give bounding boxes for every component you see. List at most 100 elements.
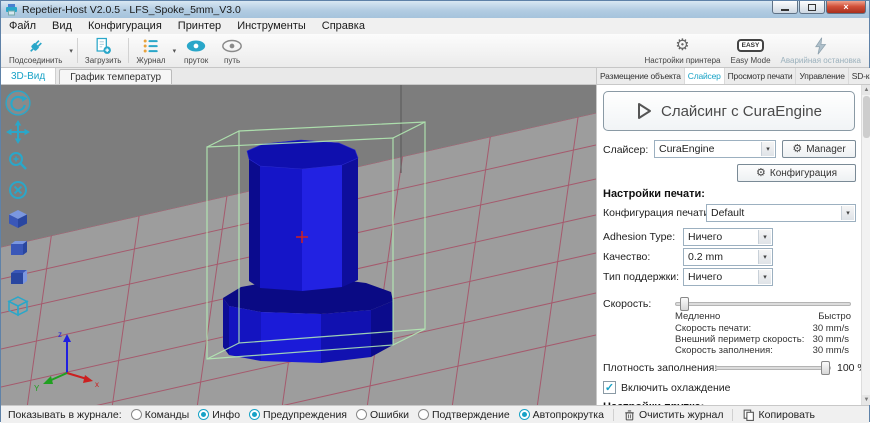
menu-tools[interactable]: Инструменты xyxy=(229,18,314,34)
radio-icon xyxy=(356,409,367,420)
maximize-icon xyxy=(808,4,816,11)
tab-manual-control[interactable]: Управление xyxy=(796,68,848,84)
menu-config[interactable]: Конфигурация xyxy=(80,18,170,34)
tab-slicer[interactable]: Слайсер xyxy=(685,68,725,84)
tab-temperature-graph[interactable]: График температур xyxy=(59,69,172,84)
log-toggle-info[interactable]: Инфо xyxy=(198,409,240,421)
infill-density-slider[interactable] xyxy=(715,366,831,370)
menu-view[interactable]: Вид xyxy=(44,18,80,34)
statusbar-separator xyxy=(613,409,614,421)
gear-icon: ⚙ xyxy=(792,144,802,155)
quality-select[interactable]: 0.2 mm ▾ xyxy=(683,248,773,266)
slicer-select[interactable]: CuraEngine ▾ xyxy=(654,140,776,158)
menu-help[interactable]: Справка xyxy=(314,18,373,34)
right-panel-scrollbar[interactable]: ▲ ▼ xyxy=(861,85,870,405)
axis-x-label: x xyxy=(95,380,99,389)
tab-object-placement[interactable]: Размещение объекта xyxy=(597,68,685,84)
3d-scene: x Y z xyxy=(1,85,596,405)
maximize-button[interactable] xyxy=(799,1,825,14)
status-bar: Показывать в журнале: Команды Инфо Преду… xyxy=(1,405,869,423)
log-dropdown-arrow[interactable]: ▾ xyxy=(171,34,179,67)
fit-view-button[interactable] xyxy=(4,176,32,204)
chevron-down-icon: ▾ xyxy=(758,230,771,244)
isometric-view-button[interactable] xyxy=(4,205,32,233)
configuration-button[interactable]: ⚙ Конфигурация xyxy=(737,164,856,182)
connect-button[interactable]: Подсоединить xyxy=(4,34,67,67)
easy-badge-icon: EASY xyxy=(737,36,765,55)
printer-settings-button[interactable]: ⚙ Настройки принтера xyxy=(639,34,725,67)
tab-print-preview[interactable]: Просмотр печати xyxy=(725,68,797,84)
move-view-button[interactable] xyxy=(4,118,32,146)
close-icon: × xyxy=(843,3,848,12)
copy-button[interactable]: Копировать xyxy=(742,408,815,422)
radio-icon xyxy=(249,409,260,420)
title-bar: Repetier-Host V2.0.5 - LFS_Spoke_5mm_V3.… xyxy=(1,1,869,18)
adhesion-type-select[interactable]: Ничего ▾ xyxy=(683,228,773,246)
chevron-down-icon: ▾ xyxy=(761,142,774,156)
right-tab-bar: Размещение объекта Слайсер Просмотр печа… xyxy=(596,68,870,85)
radio-icon xyxy=(198,409,209,420)
side-view-button[interactable] xyxy=(4,263,32,291)
speed-slider[interactable] xyxy=(675,302,851,306)
tab-3d-view[interactable]: 3D-Вид xyxy=(1,68,56,84)
play-icon xyxy=(636,102,652,120)
slice-button[interactable]: Слайсинг с CuraEngine xyxy=(603,91,855,131)
print-speed-label: Скорость печати: xyxy=(675,323,751,334)
easy-mode-button[interactable]: EASY Easy Mode xyxy=(726,34,776,67)
3d-viewport[interactable]: x Y z xyxy=(1,85,596,405)
gear-icon: ⚙ xyxy=(675,36,689,55)
infill-density-slider-thumb[interactable] xyxy=(821,361,830,375)
infill-speed-value: 30 mm/s xyxy=(791,345,849,356)
print-config-select[interactable]: Default ▾ xyxy=(706,204,856,222)
toolbar-spacer xyxy=(250,34,639,67)
menu-printer[interactable]: Принтер xyxy=(170,18,229,34)
lightning-icon xyxy=(812,36,830,55)
speed-slider-thumb[interactable] xyxy=(680,297,689,311)
log-toggle-ack[interactable]: Подтверждение xyxy=(418,409,510,421)
app-icon xyxy=(5,3,18,16)
log-toggle-warnings[interactable]: Предупреждения xyxy=(249,409,347,421)
zoom-view-button[interactable] xyxy=(4,147,32,175)
outer-perimeter-speed-label: Внешний периметр скорость: xyxy=(675,334,804,345)
load-button[interactable]: Загрузить xyxy=(80,34,127,67)
close-button[interactable]: × xyxy=(826,1,866,14)
infill-density-label: Плотность заполнения: xyxy=(603,362,717,374)
rotate-view-button[interactable] xyxy=(4,89,32,117)
clear-log-button[interactable]: Очистить журнал xyxy=(623,408,724,422)
enable-cooling-checkbox[interactable]: ✓ xyxy=(603,381,616,394)
chevron-down-icon: ▾ xyxy=(841,206,854,220)
emergency-stop-button[interactable]: Аварийная остановка xyxy=(776,34,866,67)
scroll-down-icon[interactable]: ▼ xyxy=(862,395,870,405)
log-toggle-button[interactable]: Журнал xyxy=(131,34,170,67)
print-settings-header: Настройки печати: xyxy=(603,188,705,200)
eye-outline-icon xyxy=(221,36,243,55)
statusbar-separator xyxy=(732,409,733,421)
main-toolbar: Подсоединить ▾ Загрузить Журнал xyxy=(1,34,869,68)
scrollbar-thumb[interactable] xyxy=(863,96,870,138)
support-type-label: Тип поддержки: xyxy=(603,271,679,283)
radio-icon xyxy=(519,409,530,420)
connect-dropdown-arrow[interactable]: ▾ xyxy=(67,34,75,67)
toolbar-separator xyxy=(128,38,129,63)
radio-icon xyxy=(418,409,429,420)
eye-filled-icon xyxy=(185,36,207,55)
show-path-button[interactable]: путь xyxy=(214,34,250,67)
radio-icon xyxy=(131,409,142,420)
manager-button[interactable]: ⚙ Manager xyxy=(782,140,856,158)
chevron-down-icon: ▾ xyxy=(758,250,771,264)
log-toggle-errors[interactable]: Ошибки xyxy=(356,409,409,421)
log-toggle-commands[interactable]: Команды xyxy=(131,409,190,421)
menu-bar: Файл Вид Конфигурация Принтер Инструмент… xyxy=(1,18,869,34)
window-title: Repetier-Host V2.0.5 - LFS_Spoke_5mm_V3.… xyxy=(22,4,241,16)
slicer-label: Слайсер: xyxy=(603,144,648,156)
gear-icon: ⚙ xyxy=(756,168,766,179)
top-view-button[interactable] xyxy=(4,292,32,320)
front-view-button[interactable] xyxy=(4,234,32,262)
log-toggle-autoscroll[interactable]: Автопрокрутка xyxy=(519,409,604,421)
menu-file[interactable]: Файл xyxy=(1,18,44,34)
minimize-button[interactable] xyxy=(772,1,798,14)
tab-sd-card[interactable]: SD-карта xyxy=(849,68,870,84)
show-filament-button[interactable]: пруток xyxy=(178,34,214,67)
support-type-select[interactable]: Ничего ▾ xyxy=(683,268,773,286)
scroll-up-icon[interactable]: ▲ xyxy=(862,85,870,95)
